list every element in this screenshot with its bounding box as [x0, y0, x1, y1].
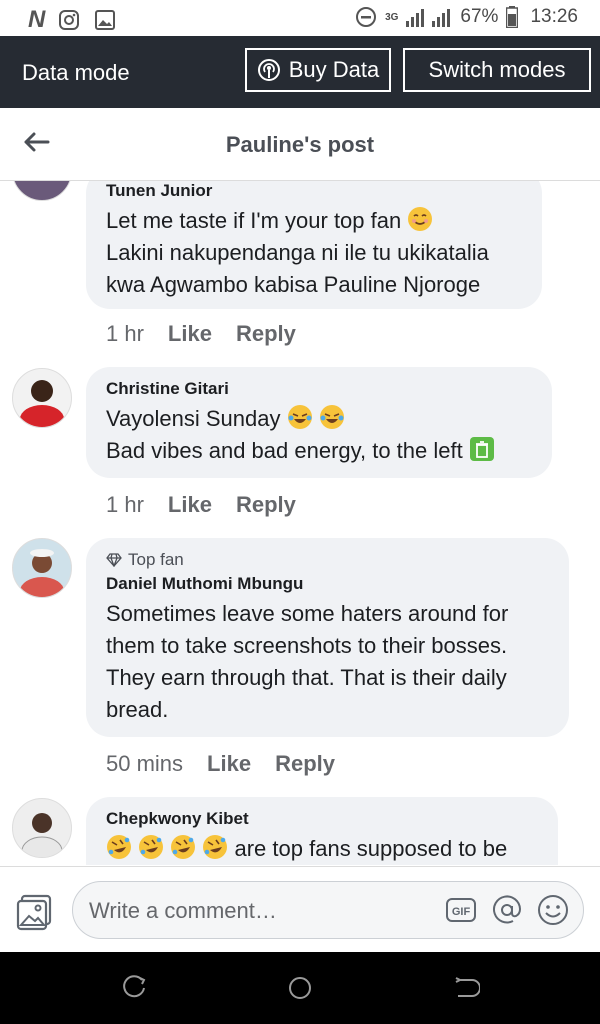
mention-icon[interactable]: [491, 894, 523, 926]
switch-modes-button[interactable]: Switch modes: [403, 48, 591, 92]
battery-percent: 67%: [460, 6, 499, 27]
comment-time: 50 mins: [106, 751, 184, 776]
diamond-icon: [106, 553, 122, 567]
comment-actions: 50 mins Like Reply: [106, 751, 335, 777]
broadcast-icon: [257, 59, 280, 81]
comment-text-line: Sometimes leave some haters around for: [106, 601, 509, 626]
comment-bubble[interactable]: Chepkwony Kibet are top fans supposed to…: [86, 797, 558, 865]
person-avatar-icon: [21, 813, 63, 857]
reply-button[interactable]: Reply: [236, 492, 296, 518]
like-button[interactable]: Like: [168, 321, 212, 347]
comment-text-line: bread.: [106, 697, 169, 722]
avatar[interactable]: [12, 181, 72, 201]
comment-composer: Write a comment… GIF: [0, 866, 600, 953]
status-bar: N 3G 67% 13:26: [0, 0, 600, 36]
comment-text-line: Bad vibes and bad energy, to the left: [106, 438, 463, 463]
dnd-icon: [356, 7, 377, 27]
gif-label: GIF: [452, 906, 471, 918]
rolling-laughing-emoji-icon: [139, 835, 164, 859]
post-header: Pauline's post: [0, 108, 600, 181]
comment-input[interactable]: Write a comment… GIF: [72, 881, 584, 939]
comment-time: 1 hr: [106, 321, 144, 346]
signal-icon: [406, 9, 451, 27]
back-icon[interactable]: [452, 974, 480, 1002]
recent-apps-icon[interactable]: [120, 974, 148, 1002]
switch-modes-label: Switch modes: [428, 57, 566, 82]
comment-text-line: Let me taste if I'm your top fan: [106, 208, 402, 233]
page-title: Pauline's post: [225, 132, 375, 157]
comment-time: 1 hr: [106, 492, 144, 517]
gallery-icon: [95, 10, 116, 30]
instagram-icon: [59, 10, 80, 30]
trash-can-emoji-icon: [469, 437, 494, 461]
reply-button[interactable]: Reply: [236, 321, 296, 347]
commenter-name[interactable]: Daniel Muthomi Mbungu: [106, 574, 549, 594]
comment-bubble[interactable]: Christine Gitari Vayolensi Sunday Bad vi…: [86, 367, 552, 478]
network-type: 3G: [385, 11, 399, 23]
comment-placeholder: Write a comment…: [89, 898, 277, 923]
add-photo-icon[interactable]: [16, 893, 54, 931]
like-button[interactable]: Like: [168, 492, 212, 518]
battery-icon: [506, 6, 519, 28]
comment-text-line: kwa Agwambo kabisa Pauline Njoroge: [106, 272, 481, 297]
buy-data-label: Buy Data: [288, 57, 380, 82]
notification-n-icon: N: [28, 6, 45, 33]
reply-button[interactable]: Reply: [275, 751, 335, 777]
rolling-laughing-emoji-icon: [107, 835, 131, 859]
comment-text-line: They earn through that. That is their da…: [106, 665, 507, 690]
data-mode-bar: Data mode Buy Data Switch modes: [0, 36, 600, 108]
gif-icon[interactable]: GIF: [445, 894, 477, 926]
clock: 13:26: [530, 6, 578, 27]
person-avatar-icon: [20, 549, 64, 597]
commenter-name[interactable]: Christine Gitari: [106, 379, 532, 399]
comment-actions: 1 hr Like Reply: [106, 321, 296, 347]
rolling-laughing-emoji-icon: [203, 835, 228, 859]
smiling-face-emoji-icon: [408, 207, 433, 231]
top-fan-label: Top fan: [128, 550, 184, 569]
avatar[interactable]: [12, 798, 72, 858]
comment-text-line: Lakini nakupendanga ni ile tu ukikatalia: [106, 240, 489, 265]
comment-bubble[interactable]: Top fan Daniel Muthomi Mbungu Sometimes …: [86, 538, 569, 737]
like-button[interactable]: Like: [207, 751, 251, 777]
comment-text-line: them to take screenshots to their bosses…: [106, 633, 508, 658]
tears-of-joy-emoji-icon: [319, 405, 344, 429]
buy-data-button[interactable]: Buy Data: [245, 48, 391, 92]
top-fan-badge: Top fan: [106, 550, 549, 570]
commenter-name[interactable]: Tunen Junior: [106, 181, 522, 201]
data-mode-title: Data mode: [22, 60, 130, 85]
commenter-name[interactable]: Chepkwony Kibet: [106, 809, 538, 829]
home-icon[interactable]: [286, 974, 314, 1002]
comment-bubble[interactable]: Tunen Junior Let me taste if I'm your to…: [86, 181, 542, 309]
avatar[interactable]: [12, 368, 72, 428]
rolling-laughing-emoji-icon: [171, 835, 196, 859]
person-avatar-icon: [20, 380, 64, 427]
avatar[interactable]: [12, 538, 72, 598]
comment-text-line: are top fans supposed to be: [234, 836, 508, 861]
tears-of-joy-emoji-icon: [287, 405, 312, 429]
comments-list: Tunen Junior Let me taste if I'm your to…: [0, 181, 600, 865]
emoji-icon[interactable]: [537, 894, 569, 926]
system-nav-bar: [0, 952, 600, 1024]
comment-actions: 1 hr Like Reply: [106, 492, 296, 518]
comment-text-line: Vayolensi Sunday: [106, 406, 281, 431]
